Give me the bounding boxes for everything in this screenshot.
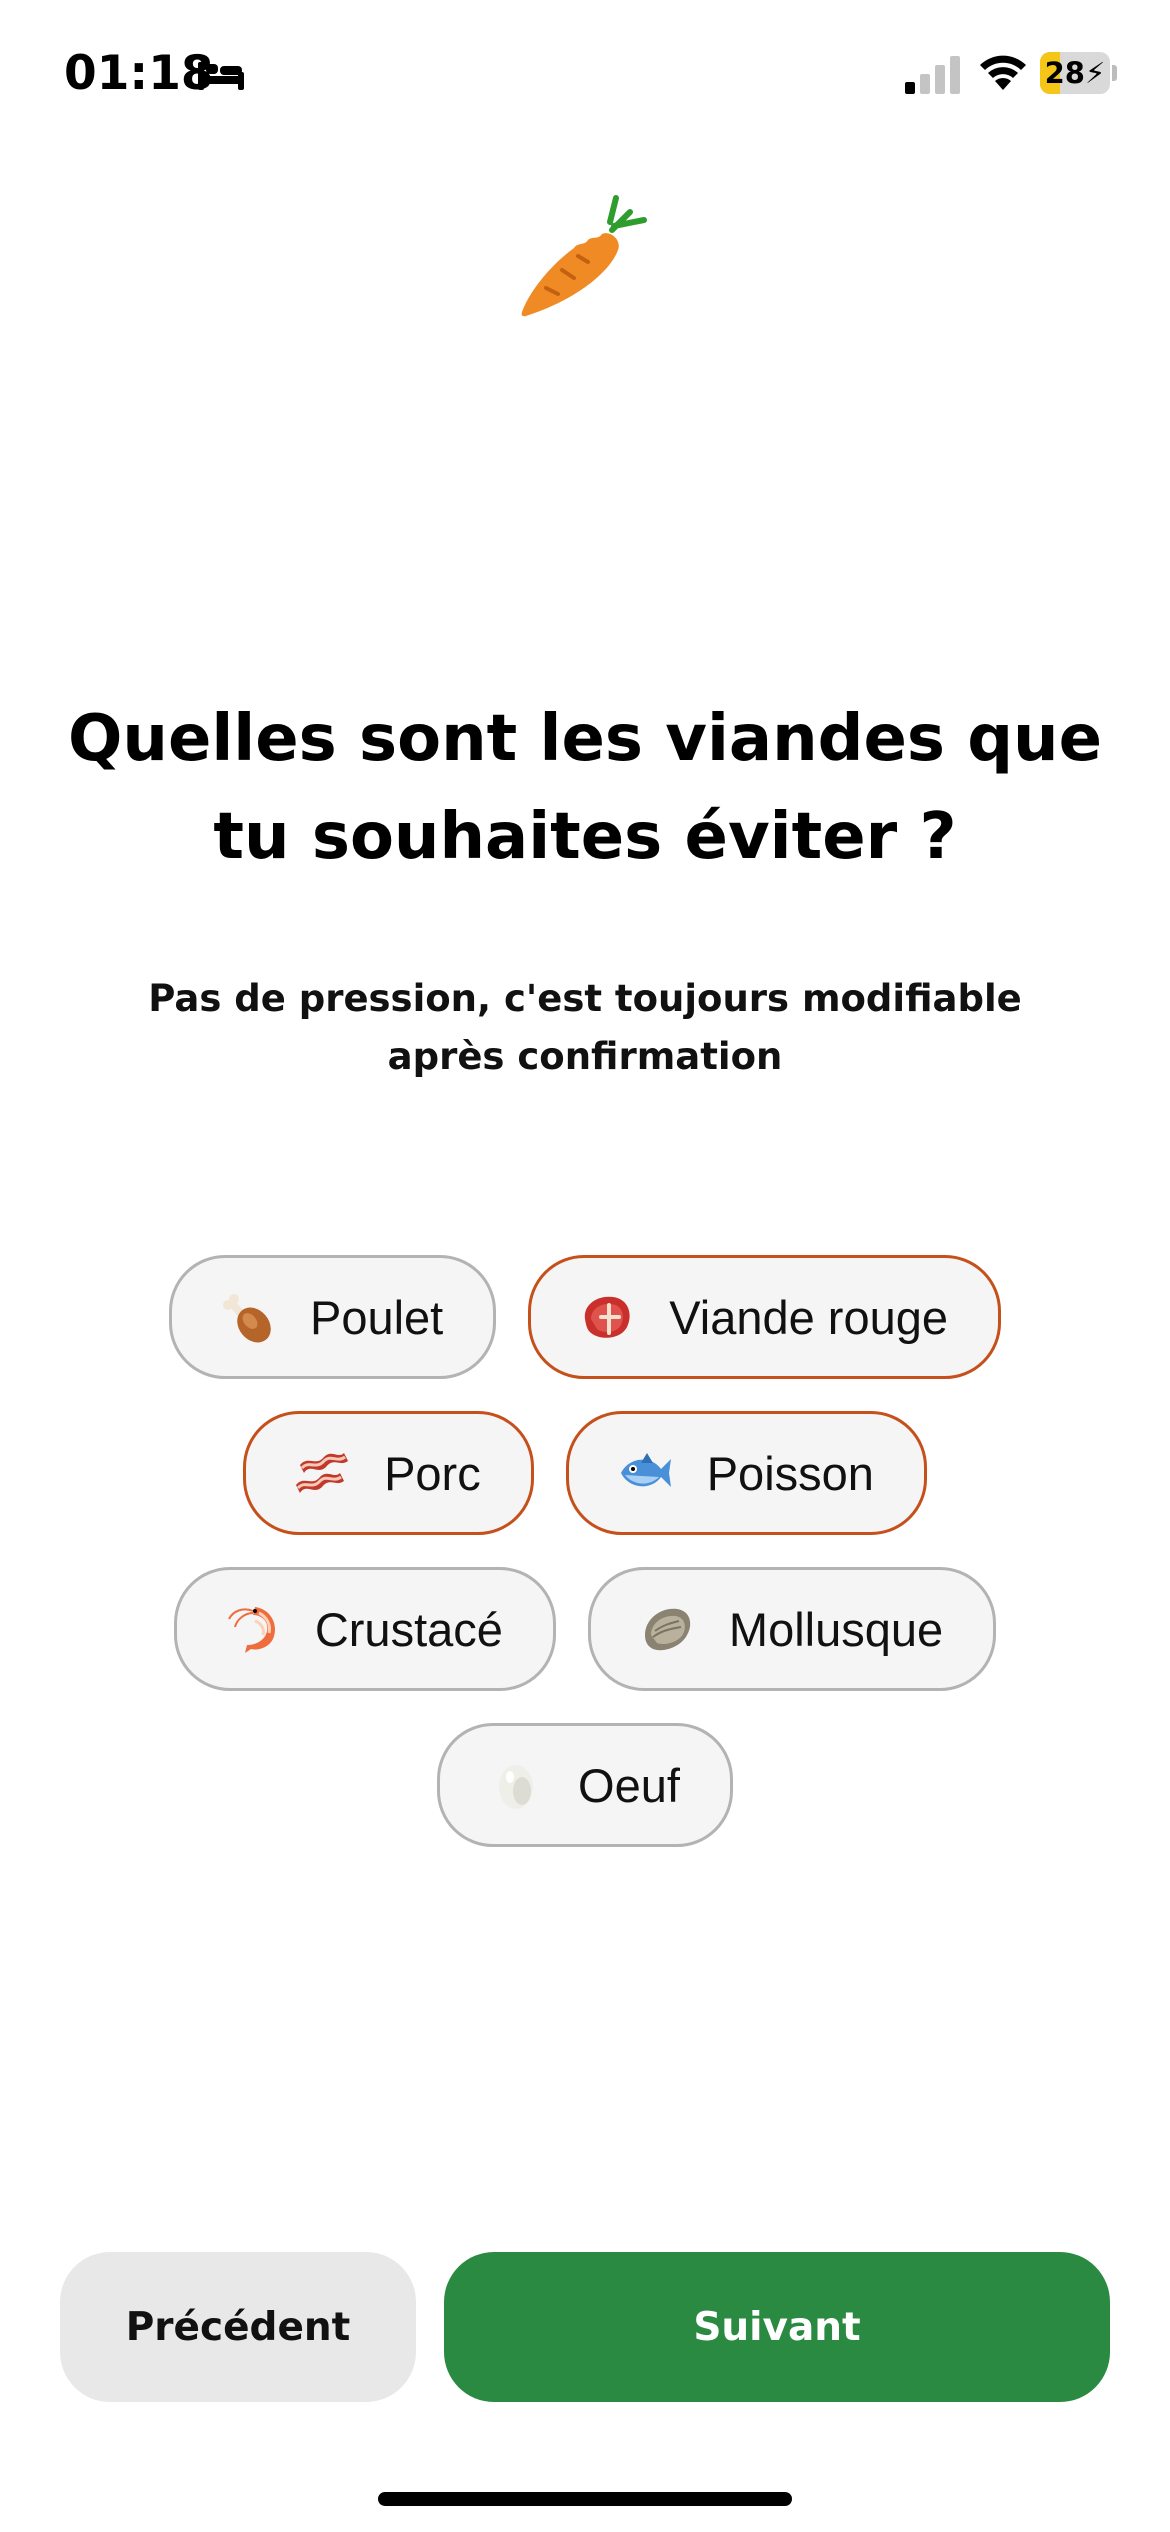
chip-poulet[interactable]: Poulet (168, 1255, 497, 1379)
next-button[interactable]: Suivant (444, 2252, 1110, 2402)
battery-icon: 28⚡ (1040, 52, 1117, 94)
charging-bolt-icon: ⚡ (1084, 56, 1106, 90)
chip-label: Oeuf (578, 1758, 680, 1812)
battery-level: 28 (1044, 56, 1085, 90)
chip-label: Viande rouge (669, 1290, 949, 1344)
chip-oeuf[interactable]: Oeuf (437, 1723, 733, 1847)
option-chips: Poulet Viande rouge Porc Poisson Crustac… (0, 1255, 1170, 1879)
chip-label: Mollusque (728, 1602, 944, 1656)
chip-viande-rouge[interactable]: Viande rouge (528, 1255, 1002, 1379)
status-bar: 01:18 28⚡ (0, 0, 1170, 150)
oyster-icon (644, 1608, 691, 1651)
poultry-leg-icon (222, 1294, 271, 1343)
next-button-label: Suivant (693, 2304, 861, 2350)
status-time: 01:18 (64, 46, 214, 101)
egg-icon (499, 1765, 534, 1809)
chip-label: Poulet (309, 1290, 444, 1344)
page-subtitle: Pas de pression, c'est toujours modifiab… (148, 977, 1022, 1078)
bacon-icon (296, 1453, 349, 1493)
cut-of-meat-icon (585, 1296, 630, 1338)
signal-icon (905, 56, 960, 94)
chip-label: Crustacé (314, 1602, 503, 1656)
fish-icon (620, 1453, 671, 1487)
chip-mollusque[interactable]: Mollusque (587, 1567, 997, 1691)
chip-crustace[interactable]: Crustacé (173, 1567, 556, 1691)
chip-label: Poisson (706, 1446, 874, 1500)
chip-poisson[interactable]: Poisson (565, 1411, 927, 1535)
wifi-icon (980, 55, 1026, 90)
sleep-icon (198, 62, 244, 90)
carrot-icon (521, 195, 647, 317)
chip-label: Porc (384, 1446, 481, 1500)
shrimp-icon (227, 1607, 275, 1653)
previous-button-label: Précédent (125, 2304, 351, 2350)
previous-button[interactable]: Précédent (60, 2252, 416, 2402)
page-title: Quelles sont les viandes que tu souhaite… (67, 702, 1103, 874)
chip-porc[interactable]: Porc (243, 1411, 534, 1535)
home-indicator[interactable] (378, 2492, 792, 2506)
